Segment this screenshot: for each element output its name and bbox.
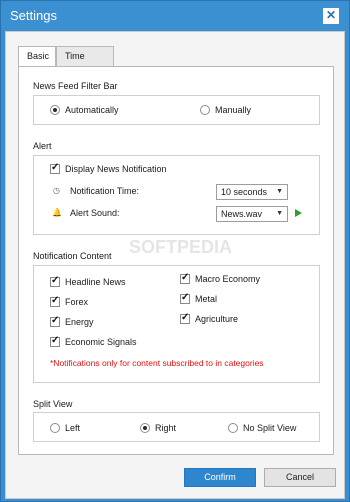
tab-time-zone[interactable]: Time Zone <box>56 46 114 80</box>
bell-icon: 🔔 <box>52 208 62 217</box>
watermark: SOFTPEDIA <box>129 237 233 257</box>
forex-label: Forex <box>65 297 89 307</box>
alert-sound-label: Alert Sound: <box>70 208 120 218</box>
alert-title: Alert <box>33 141 52 151</box>
notification-time-select[interactable]: 10 seconds ▼ <box>216 184 288 200</box>
macro-economy-label: Macro Economy <box>195 274 261 284</box>
agriculture-checkbox[interactable] <box>180 312 190 324</box>
manually-label: Manually <box>215 105 252 115</box>
agriculture-label: Agriculture <box>195 314 239 324</box>
split-left-radio[interactable] <box>50 423 60 433</box>
split-left-label: Left <box>65 423 81 433</box>
economic-signals-label: Economic Signals <box>65 337 137 347</box>
basic-panel: SOFTPEDIA News Feed Filter Bar Automatic… <box>18 66 334 455</box>
confirm-button[interactable]: Confirm <box>184 468 256 487</box>
automatically-radio[interactable] <box>50 105 60 115</box>
energy-checkbox[interactable] <box>50 315 60 327</box>
notification-content-title: Notification Content <box>33 251 112 261</box>
display-notification-label: Display News Notification <box>65 164 167 174</box>
settings-window: Settings ✕ Basic Time Zone SOFTPEDIA New… <box>0 0 350 502</box>
notification-time-value: 10 seconds <box>221 187 268 197</box>
alert-sound-select[interactable]: News.wav ▼ <box>216 206 288 222</box>
clock-icon: ◷ <box>53 186 60 195</box>
notification-time-label: Notification Time: <box>70 186 140 196</box>
manually-radio[interactable] <box>200 105 210 115</box>
metal-checkbox[interactable] <box>180 292 190 304</box>
subscription-note: *Notifications only for content subscrib… <box>50 358 264 368</box>
split-view-title: Split View <box>33 399 73 409</box>
headline-news-label: Headline News <box>65 277 126 287</box>
news-feed-title: News Feed Filter Bar <box>33 81 118 91</box>
close-icon[interactable]: ✕ <box>323 8 339 24</box>
cancel-button[interactable]: Cancel <box>264 468 336 487</box>
alert-sound-value: News.wav <box>221 209 263 219</box>
display-notification-checkbox[interactable] <box>50 162 60 174</box>
no-split-view-label: No Split View <box>243 423 297 433</box>
economic-signals-checkbox[interactable] <box>50 335 60 347</box>
split-right-radio[interactable] <box>140 423 150 433</box>
forex-checkbox[interactable] <box>50 295 60 307</box>
macro-economy-checkbox[interactable] <box>180 272 190 284</box>
window-title: Settings <box>10 8 57 23</box>
title-bar: Settings ✕ <box>1 1 349 31</box>
split-view-group: Left Right No Split View <box>33 412 320 442</box>
alert-group: Display News Notification ◷ Notification… <box>33 155 320 235</box>
no-split-view-radio[interactable] <box>228 423 238 433</box>
news-feed-group: Automatically Manually <box>33 95 320 125</box>
notification-content-group: Headline News Macro Economy Forex Metal … <box>33 265 320 383</box>
automatically-label: Automatically <box>65 105 119 115</box>
energy-label: Energy <box>65 317 94 327</box>
chevron-down-icon: ▼ <box>276 210 283 217</box>
dialog-body: Basic Time Zone SOFTPEDIA News Feed Filt… <box>5 31 345 499</box>
tab-basic[interactable]: Basic <box>18 46 56 67</box>
metal-label: Metal <box>195 294 218 304</box>
headline-news-checkbox[interactable] <box>50 275 60 287</box>
play-icon[interactable] <box>295 209 302 217</box>
split-right-label: Right <box>155 423 177 433</box>
chevron-down-icon: ▼ <box>276 188 283 195</box>
